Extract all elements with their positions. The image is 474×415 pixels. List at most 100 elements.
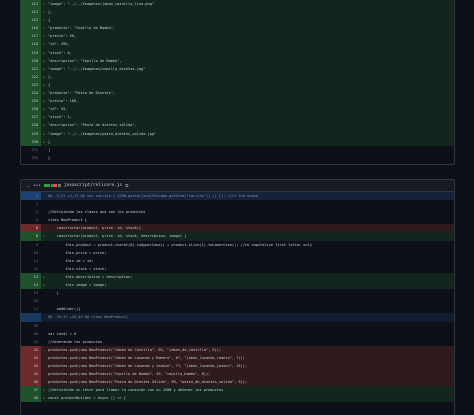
line-number[interactable]: 3 [21, 208, 41, 216]
line-number[interactable]: 47 [21, 386, 41, 395]
diff-line-row: 11 this.id = id; [21, 257, 454, 265]
line-number[interactable]: 213 [21, 0, 41, 9]
line-number[interactable]: 15 [21, 289, 41, 297]
line-number[interactable]: 9 [21, 241, 41, 249]
code-line: @@ -5,21 +5,17 @@ var carrito = JSON.par… [48, 194, 258, 198]
code-line: "id": 456, [48, 42, 70, 47]
line-number[interactable]: 229 [21, 129, 41, 138]
line-number[interactable]: 16 [21, 297, 41, 305]
code-line: this.product = product.charAt(0).toUpper… [48, 242, 312, 247]
copy-path-icon[interactable]: ⧉ [125, 183, 128, 189]
diffstat-square [50, 184, 54, 187]
diff-line-row: 9 this.product = product.charAt(0).toUpp… [21, 241, 454, 249]
diff-line-row: 230 +} [21, 137, 454, 146]
diff-line-row: 47 +//Definiendo un fetch para llamar la … [21, 386, 454, 395]
line-number[interactable]: 224 [21, 89, 41, 98]
line-number[interactable] [21, 313, 41, 322]
code-line: productos.push(new NewProduct("Jabón de … [48, 355, 245, 360]
line-number[interactable]: 218 [21, 40, 41, 49]
line-number[interactable]: 43 [21, 353, 41, 362]
code-line: @@ -39,31 +44,43 @@ class NewProduct{ [48, 315, 129, 320]
code-line: "stock": 1, [48, 115, 72, 120]
line-number[interactable]: 221 [21, 64, 41, 73]
code-line: "producto": "Pasta de Dientes", [48, 91, 116, 96]
line-number[interactable]: 219 [21, 48, 41, 57]
line-number[interactable]: 8 [21, 224, 41, 233]
code-line: constructor(product, price, id, stock){ [48, 226, 142, 231]
line-number[interactable]: 45 [21, 370, 41, 379]
code-line: }, [48, 10, 53, 15]
code-line: //Generando los productos [48, 339, 103, 344]
line-number[interactable]: 41 [21, 338, 41, 346]
line-number[interactable]: 1 [21, 192, 41, 201]
diff-line-row: 8- constructor(product, price, id, stock… [21, 224, 454, 233]
diff-rows-top: 213 + "image": "../../Imagenes/jabon_vaini… [21, 0, 454, 162]
diff-line-row: 39 [21, 322, 454, 330]
line-number[interactable]: 46 [21, 378, 41, 387]
code-line: { [48, 18, 51, 23]
diff-line-row: 219 + "stock": 8, [21, 48, 454, 57]
code-line: "id": 55, [48, 107, 68, 112]
diff-line-row: 218 + "id": 456, [21, 40, 454, 49]
code-line: this.price = price; [48, 250, 107, 255]
diff-line-row: 45- productos.push(new NewProduct("Cepill… [21, 370, 454, 379]
line-number[interactable]: 44 [21, 361, 41, 371]
code-line: productos.push(new NewProduct("Cepillo d… [48, 372, 211, 377]
collapse-chevron-icon[interactable]: ⌄ [27, 183, 30, 189]
diff-line-row: 41 //Generando los productos [21, 338, 454, 346]
diff-line-row: 46- productos.push(new NewProduct("Pasta … [21, 378, 454, 387]
line-number[interactable]: 13 [21, 272, 41, 282]
line-number[interactable]: 226 [21, 105, 41, 114]
line-number[interactable]: 10 [21, 249, 41, 257]
code-line: "descripcion": "Cepillo de Bambú", [48, 58, 122, 63]
line-number[interactable]: 42 [21, 345, 41, 354]
code-line: this.description = description; [48, 274, 133, 279]
code-line: "producto": "Cepillo de Bambú", [48, 26, 116, 31]
line-number[interactable]: 216 [21, 24, 41, 33]
diffstat-square [54, 184, 58, 187]
line-number[interactable]: 214 [21, 8, 41, 17]
line-number[interactable]: 40 [21, 330, 41, 338]
code-line: productos.push(new NewProduct("Jabón de … [48, 363, 248, 368]
diff-line-row: 215 +{ [21, 16, 454, 25]
diff-line-row: 220 + "descripcion": "Cepillo de Bambú", [21, 56, 454, 65]
line-number[interactable]: 2 [21, 200, 41, 208]
diff-line-row: 4 class NewProduct { [21, 216, 454, 224]
file-path-link[interactable]: javascript/relicore.js [64, 183, 122, 188]
line-number[interactable]: 217 [21, 32, 41, 41]
line-number[interactable]: 220 [21, 56, 41, 65]
diff-line-row: 228 + "descripcion": "Pasta de dientes sól… [21, 121, 454, 130]
line-number[interactable]: 230 [21, 137, 41, 146]
line-number[interactable]: 222 [21, 72, 41, 81]
diff-line-row: 221 + "image": "../../Imagenes/cepillo_die… [21, 64, 454, 73]
line-number[interactable]: 215 [21, 16, 41, 25]
code-line: "stock": 8, [48, 50, 72, 55]
line-number[interactable]: 12 [21, 265, 41, 273]
line-number[interactable]: 48 [21, 394, 41, 403]
line-number[interactable]: 223 [21, 80, 41, 90]
line-number[interactable]: 14 [21, 281, 41, 290]
diff-line-row: 44- productos.push(new NewProduct("Jabón … [21, 361, 454, 371]
line-number[interactable]: 39 [21, 322, 41, 330]
line-number[interactable]: 11 [21, 257, 41, 265]
line-number[interactable]: 231 [21, 146, 41, 154]
diff-menu-icon[interactable]: ••• [33, 183, 41, 189]
line-number[interactable]: 4 [21, 216, 41, 224]
code-line: } [48, 291, 59, 296]
line-number[interactable]: 8 [21, 232, 41, 241]
hunk-header-row[interactable]: @@ -39,31 +44,43 @@ class NewProduct{ [21, 313, 454, 322]
diff-line-row: 216 + "producto": "Cepillo de Bambú", [21, 24, 454, 33]
diff-line-row: 223 +{ [21, 80, 454, 90]
line-number[interactable]: 225 [21, 97, 41, 106]
code-line: productos.push(new NewProduct("Pasta de … [48, 380, 248, 385]
line-number[interactable]: 17 [21, 305, 41, 313]
line-number[interactable]: 228 [21, 121, 41, 130]
code-line: this.id = id; [48, 258, 94, 263]
diff-line-row: 231] [21, 146, 454, 154]
line-number[interactable]: 232 [21, 154, 41, 162]
line-number[interactable]: 227 [21, 113, 41, 122]
diff-panel-top: 213 + "image": "../../Imagenes/jabon_vaini… [20, 0, 455, 165]
code-line: { [48, 82, 51, 87]
